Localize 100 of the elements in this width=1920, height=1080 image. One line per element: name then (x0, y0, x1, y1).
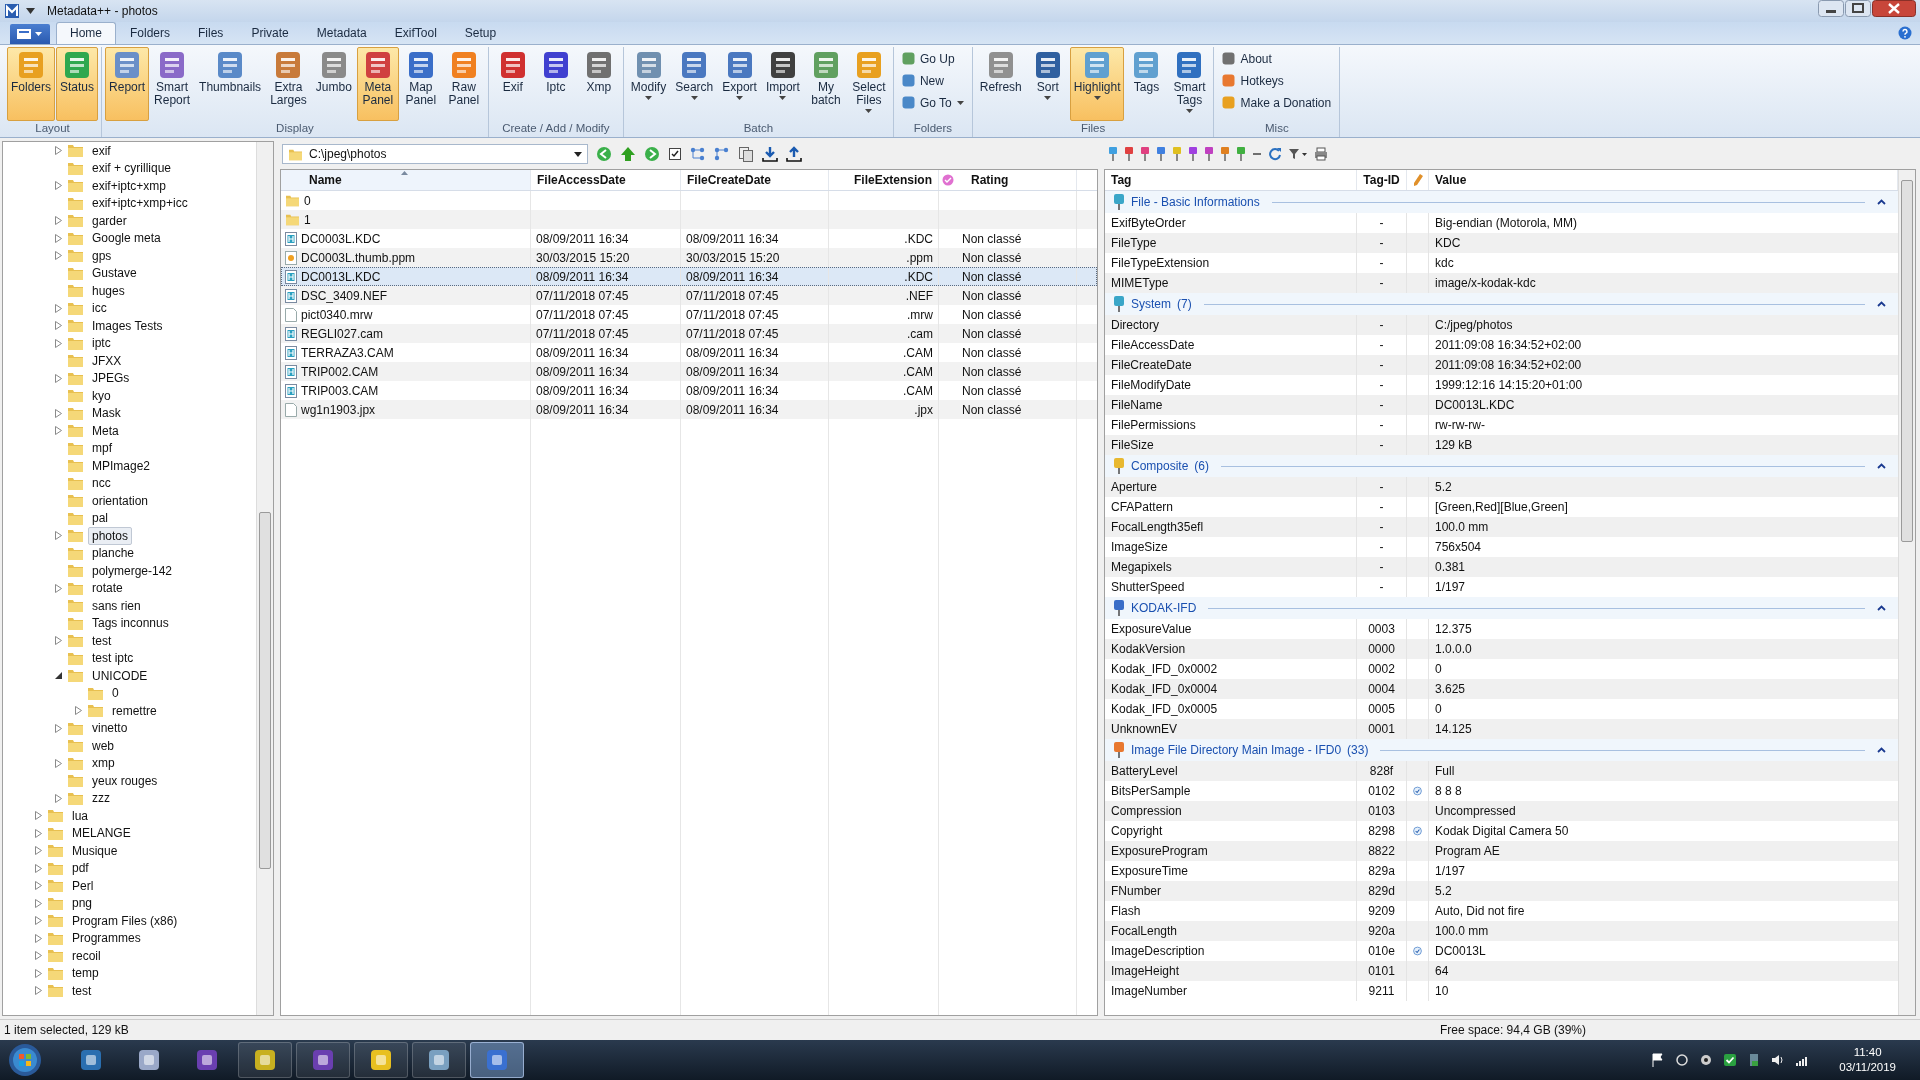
ribbon-small-button[interactable]: Go Up (896, 48, 969, 69)
property-row[interactable]: BatteryLevel 828f Full (1105, 761, 1898, 781)
property-row[interactable]: Kodak_IFD_0x0004 0004 3.625 (1105, 679, 1898, 699)
folder-tree-item[interactable]: exif (88, 142, 115, 160)
group-title[interactable]: KODAK-IFD (1131, 601, 1197, 615)
property-row[interactable]: FileCreateDate - 2011:09:08 16:34:52+02:00 (1105, 355, 1898, 375)
property-row[interactable]: ExposureProgram 8822 Program AE (1105, 841, 1898, 861)
folder-tree-item[interactable]: garder (88, 211, 131, 230)
folder-tree-item[interactable]: pdf (68, 859, 93, 878)
ribbon-button[interactable]: My batch (804, 47, 847, 121)
folder-tree-item[interactable]: photos (88, 526, 133, 545)
ribbon-tab[interactable]: Folders (116, 22, 185, 44)
ribbon-button[interactable]: Map Panel (399, 47, 442, 121)
property-row[interactable]: Aperture - 5.2 (1105, 477, 1898, 497)
ribbon-small-button[interactable]: Hotkeys (1217, 70, 1337, 91)
ribbon-button[interactable]: Search (671, 47, 718, 121)
ribbon-button[interactable]: Export (718, 47, 761, 121)
folder-tree-item[interactable]: JFXX (88, 351, 126, 370)
folder-tree-item[interactable]: planche (88, 544, 139, 563)
folder-tree-item[interactable]: Perl (68, 876, 98, 895)
ribbon-button[interactable]: Xmp (577, 47, 620, 121)
clock-date[interactable]: 03/11/2019 (1839, 1060, 1896, 1075)
ribbon-button[interactable]: Jumbo (311, 47, 356, 121)
folder-tree-item[interactable]: Images Tests (88, 316, 167, 335)
folder-tree-item[interactable]: ncc (88, 474, 115, 493)
file-row[interactable]: DC0003L.thumb.ppm 30/03/2015 15:20 30/03/2015 15:20 .ppm Non classé (281, 248, 1097, 267)
column-header[interactable]: Tag (1105, 170, 1357, 190)
property-row[interactable]: Directory - C:/jpeg/photos (1105, 315, 1898, 335)
property-row[interactable]: Compression 0103 Uncompressed (1105, 801, 1898, 821)
folder-tree-item[interactable]: Google meta (88, 229, 165, 248)
folder-tree-item[interactable]: iptc (88, 334, 115, 353)
folder-tree-item[interactable]: mpf (88, 439, 116, 458)
ribbon-button[interactable]: Refresh (975, 47, 1026, 121)
group-title[interactable]: File - Basic Informations (1131, 195, 1260, 209)
property-row[interactable]: UnknownEV 0001 14.125 (1105, 719, 1898, 739)
file-row[interactable]: DC0013L.KDC 08/09/2011 16:34 08/09/2011 16:34 .KDC Non classé (281, 267, 1097, 286)
clock-time[interactable]: 11:40 (1853, 1045, 1882, 1060)
folder-tree-item[interactable]: vinetto (88, 719, 132, 738)
ribbon-button[interactable]: Sort (1026, 47, 1069, 121)
property-row[interactable]: ImageNumber 9211 10 (1105, 981, 1898, 1001)
column-header[interactable]: Rating (957, 170, 1077, 190)
property-row[interactable]: MIMEType - image/x-kodak-kdc (1105, 273, 1898, 293)
property-row[interactable]: ImageHeight 0101 64 (1105, 961, 1898, 981)
ribbon-button[interactable]: Modify (626, 47, 671, 121)
ribbon-tab[interactable]: Files (184, 22, 238, 44)
ribbon-button[interactable]: Import (761, 47, 804, 121)
folder-tree-item[interactable]: UNICODE (88, 666, 152, 685)
property-row[interactable]: Megapixels - 0.381 (1105, 557, 1898, 577)
property-row[interactable]: FNumber 829d 5.2 (1105, 881, 1898, 901)
column-header[interactable]: FileCreateDate (681, 170, 829, 190)
folder-tree-item[interactable]: Programmes (68, 929, 145, 948)
file-row[interactable]: wg1n1903.jpx 08/09/2011 16:34 08/09/2011 16:34 .jpx Non classé (281, 400, 1097, 419)
folder-tree-item[interactable]: test iptc (88, 649, 138, 668)
column-header[interactable]: FileAccessDate (531, 170, 681, 190)
column-header[interactable]: Tag-ID (1357, 170, 1407, 190)
property-row[interactable]: FileName - DC0013L.KDC (1105, 395, 1898, 415)
folder-tree-item[interactable]: Meta (88, 421, 123, 440)
group-title[interactable]: Composite (1131, 459, 1189, 473)
folder-tree-item[interactable]: kyo (88, 386, 115, 405)
folder-tree-item[interactable]: temp (68, 964, 103, 983)
folder-tree-item[interactable]: Gustave (88, 264, 141, 283)
folder-tree-item[interactable]: exif+iptc+xmp+icc (88, 194, 192, 213)
ribbon-small-button[interactable]: Make a Donation (1217, 92, 1337, 113)
folder-tree-item[interactable]: Tags inconnus (88, 614, 173, 633)
folder-tree-item[interactable]: remettre (108, 701, 161, 720)
folder-tree-item[interactable]: orientation (88, 491, 153, 510)
ribbon-button[interactable]: Smart Tags (1168, 47, 1211, 121)
property-row[interactable]: FileSize - 129 kB (1105, 435, 1898, 455)
ribbon-tab[interactable]: Home (56, 22, 116, 44)
property-row[interactable]: FocalLength 920a 100.0 mm (1105, 921, 1898, 941)
column-header[interactable]: FileExtension (829, 170, 939, 190)
folder-tree-item[interactable]: exif+iptc+xmp (88, 176, 171, 195)
folder-tree-item[interactable]: lua (68, 806, 92, 825)
column-header[interactable]: Name (281, 170, 531, 190)
folder-tree-item[interactable]: test (68, 981, 96, 1000)
folder-tree-item[interactable]: MPImage2 (88, 456, 155, 475)
folder-tree-item[interactable]: xmp (88, 754, 119, 773)
group-title[interactable]: Image File Directory Main Image - IFD0 (1131, 743, 1342, 757)
folder-tree-item[interactable]: JPEGs (88, 369, 134, 388)
folder-tree-item[interactable]: test (88, 631, 116, 650)
ribbon-button[interactable]: Highlight (1069, 47, 1125, 121)
folder-tree-item[interactable]: zzz (88, 789, 114, 808)
ribbon-tab[interactable]: Setup (450, 22, 511, 44)
folder-tree-item[interactable]: Musique (68, 841, 122, 860)
folder-tree-item[interactable]: Mask (88, 404, 125, 423)
ribbon-button[interactable]: Iptc (534, 47, 577, 121)
folder-tree-item[interactable]: gps (88, 246, 116, 265)
group-title[interactable]: System (1131, 297, 1171, 311)
ribbon-small-button[interactable]: New (896, 70, 969, 91)
file-row[interactable]: DSC_3409.NEF 07/11/2018 07:45 07/11/2018 07:45 .NEF Non classé (281, 286, 1097, 305)
ribbon-button[interactable]: Thumbnails (195, 47, 266, 121)
ribbon-button[interactable]: Report (105, 47, 150, 121)
folder-tree-item[interactable]: rotate (88, 579, 127, 598)
ribbon-button[interactable]: Status (56, 47, 99, 121)
folder-tree-item[interactable]: huges (88, 281, 129, 300)
property-row[interactable]: FileType - KDC (1105, 233, 1898, 253)
folder-tree-item[interactable]: 0 (108, 684, 123, 703)
file-row[interactable]: REGLI027.cam 07/11/2018 07:45 07/11/2018 07:45 .cam Non classé (281, 324, 1097, 343)
file-row[interactable]: 1 (281, 210, 1097, 229)
path-field[interactable]: C:\jpeg\photos (282, 144, 588, 164)
